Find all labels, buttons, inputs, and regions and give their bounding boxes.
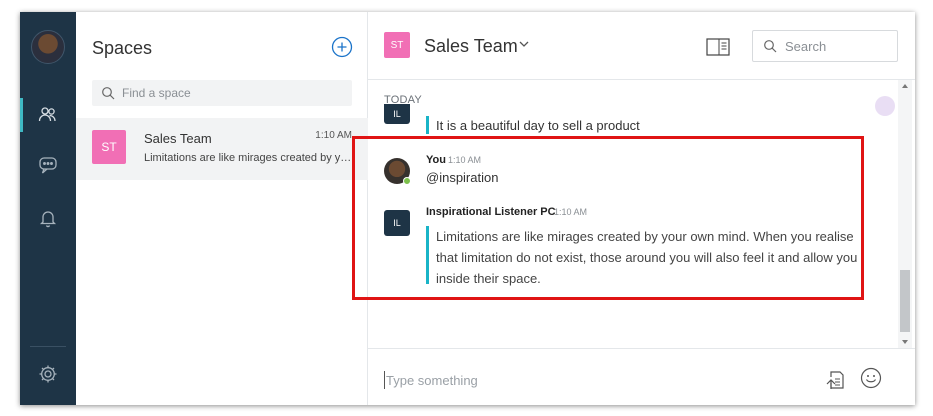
message-scrollbar[interactable] bbox=[898, 80, 912, 348]
space-preview: Limitations are like mirages created by … bbox=[144, 152, 352, 164]
chat-title[interactable]: Sales Team bbox=[424, 36, 518, 57]
emoji-button[interactable] bbox=[860, 367, 882, 389]
message-avatar: IL bbox=[384, 104, 410, 124]
find-space-field[interactable] bbox=[92, 80, 352, 106]
gear-icon[interactable] bbox=[34, 360, 62, 388]
chat-search-field[interactable] bbox=[752, 30, 898, 62]
smiley-icon bbox=[860, 367, 882, 389]
chat-search-input[interactable] bbox=[785, 31, 893, 61]
rail-divider bbox=[30, 346, 66, 347]
search-icon bbox=[102, 87, 115, 100]
scroll-down-arrow-icon[interactable] bbox=[902, 340, 908, 344]
spaces-panel: Spaces ST Sales Team 1:10 AM Limitations… bbox=[76, 12, 368, 405]
message-composer bbox=[368, 348, 915, 405]
side-panel-toggle-button[interactable] bbox=[706, 37, 730, 57]
bell-icon[interactable] bbox=[34, 204, 62, 232]
scrollbar-thumb[interactable] bbox=[900, 270, 910, 332]
highlight-box bbox=[352, 136, 864, 300]
spaces-title: Spaces bbox=[92, 38, 153, 58]
find-space-input[interactable] bbox=[122, 80, 342, 106]
profile-avatar[interactable] bbox=[31, 30, 65, 64]
chat-header: ST Sales Team bbox=[368, 12, 915, 80]
people-icon[interactable] bbox=[34, 101, 62, 129]
space-avatar: ST bbox=[92, 130, 126, 164]
quote-bar bbox=[426, 116, 429, 134]
nav-rail bbox=[20, 12, 76, 405]
message-text: It is a beautiful day to sell a product bbox=[436, 118, 640, 133]
message-input[interactable] bbox=[384, 371, 784, 389]
chat-bubble-icon[interactable] bbox=[34, 151, 62, 179]
space-list-item[interactable]: ST Sales Team 1:10 AM Limitations are li… bbox=[76, 118, 368, 180]
plus-circle-icon bbox=[331, 36, 353, 58]
space-time: 1:10 AM bbox=[315, 130, 352, 141]
attach-file-button[interactable] bbox=[824, 369, 846, 391]
space-name: Sales Team bbox=[144, 131, 212, 146]
chat-space-avatar: ST bbox=[384, 32, 410, 58]
split-panel-icon bbox=[706, 38, 730, 56]
add-space-button[interactable] bbox=[331, 36, 353, 58]
scroll-up-arrow-icon[interactable] bbox=[902, 84, 908, 88]
activity-badge-icon[interactable] bbox=[875, 96, 895, 116]
chevron-down-icon[interactable] bbox=[518, 39, 530, 49]
upload-file-icon bbox=[826, 371, 844, 389]
search-icon bbox=[764, 40, 777, 53]
active-nav-indicator bbox=[20, 98, 23, 132]
